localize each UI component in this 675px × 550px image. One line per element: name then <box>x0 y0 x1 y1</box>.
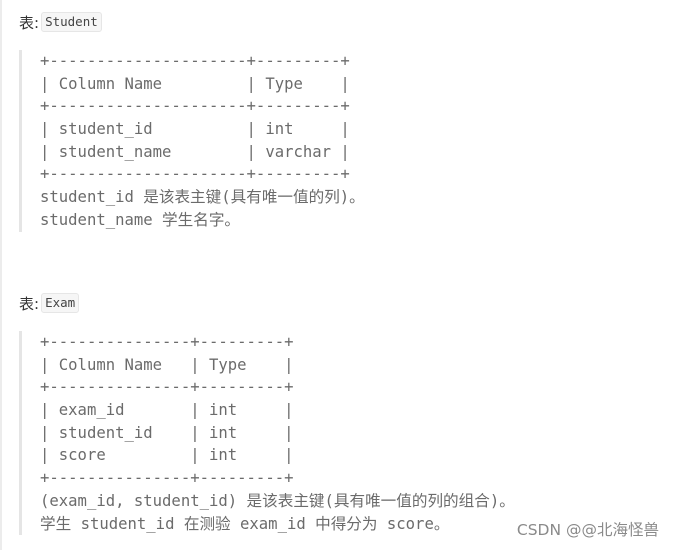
table-label-prefix: 表: <box>19 13 40 32</box>
schema-header-row: | Column Name | Type | <box>40 74 350 93</box>
schema-note: student_name 学生名字。 <box>40 210 241 229</box>
watermark: CSDN @@北海怪兽 <box>516 521 659 539</box>
table-label-prefix: 表: <box>19 294 40 313</box>
student-schema-block: +---------------------+---------+ | Colu… <box>19 50 365 232</box>
schema-note: 学生 student_id 在测验 exam_id 中得分为 score。 <box>40 514 450 533</box>
schema-note: (exam_id, student_id) 是该表主键(具有唯一值的列的组合)。 <box>40 491 515 510</box>
schema-row: | exam_id | int | <box>40 401 294 420</box>
table-name-exam: Exam <box>41 293 80 313</box>
schema-row: | student_name | varchar | <box>40 142 350 161</box>
schema-border-line: +---------------+---------+ <box>40 469 294 488</box>
schema-border-line: +---------------------+---------+ <box>40 97 350 116</box>
exam-schema-block: +---------------+---------+ | Column Nam… <box>19 331 515 536</box>
schema-row: | student_id | int | <box>40 120 350 139</box>
schema-header-row: | Column Name | Type | <box>40 355 294 374</box>
schema-row: | score | int | <box>40 446 294 465</box>
schema-note: student_id 是该表主键(具有唯一值的列)。 <box>40 188 365 207</box>
table-name-student: Student <box>41 12 102 32</box>
schema-border-line: +---------------+---------+ <box>40 378 294 397</box>
schema-border-line: +---------------------+---------+ <box>40 165 350 184</box>
table-label-exam: 表: Exam <box>19 291 80 315</box>
page-left-border <box>0 0 2 550</box>
table-label-student: 表: Student <box>19 10 102 34</box>
schema-border-line: +---------------+---------+ <box>40 333 294 351</box>
schema-row: | student_id | int | <box>40 423 294 442</box>
schema-border-line: +---------------------+---------+ <box>40 52 350 70</box>
